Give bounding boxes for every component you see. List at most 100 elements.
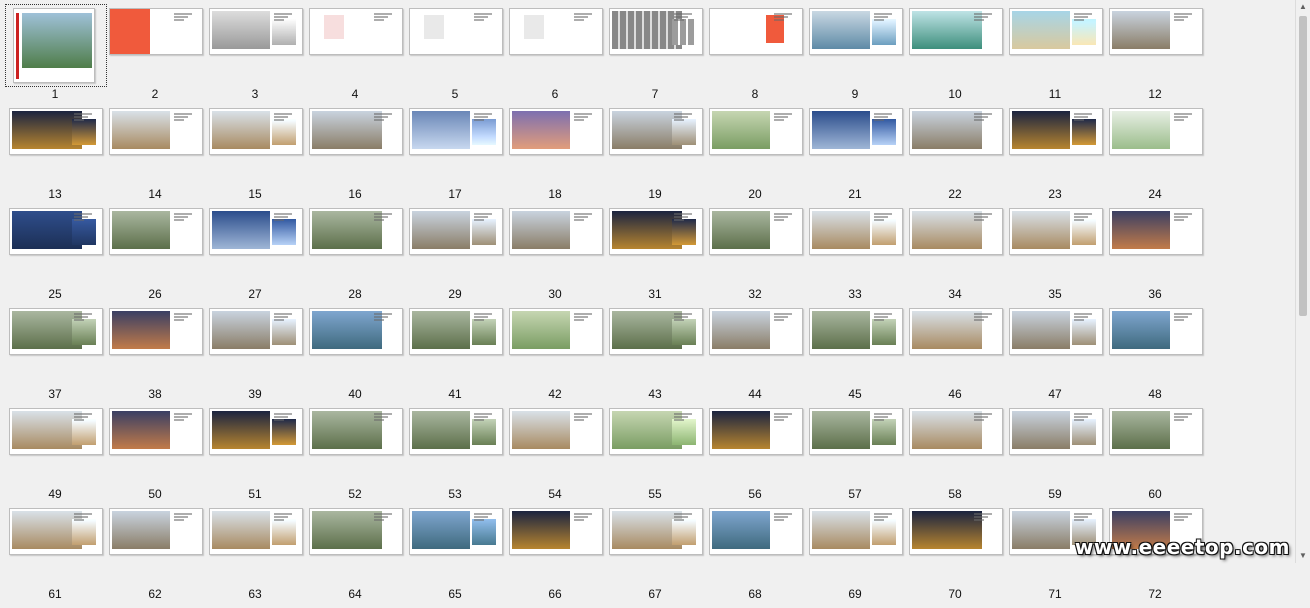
slide-frame: [209, 208, 303, 255]
slide-thumbnail[interactable]: 52: [309, 408, 409, 508]
slide-thumbnail[interactable]: 55: [609, 408, 709, 508]
slide-thumbnail[interactable]: 66: [509, 508, 609, 608]
slide-thumbnail[interactable]: 10: [909, 8, 1009, 108]
slide-thumbnail[interactable]: 62: [109, 508, 209, 608]
slide-thumbnail[interactable]: 45: [809, 308, 909, 408]
slide-thumbnail[interactable]: 58: [909, 408, 1009, 508]
slide-thumbnail[interactable]: 22: [909, 108, 1009, 208]
slide-thumbnail[interactable]: 33: [809, 208, 909, 308]
slide-thumbnail[interactable]: 56: [709, 408, 809, 508]
slide-thumbnail[interactable]: 63: [209, 508, 309, 608]
slide-preview: [209, 408, 303, 455]
slide-thumbnail[interactable]: 60: [1109, 408, 1209, 508]
slide-thumbnail[interactable]: 70: [909, 508, 1009, 608]
slide-thumbnail[interactable]: 53: [409, 408, 509, 508]
slide-image-secondary: [272, 319, 296, 345]
slide-thumbnail[interactable]: 6: [509, 8, 609, 108]
arrow-down-icon[interactable]: ▼: [1296, 549, 1310, 563]
slide-thumbnail[interactable]: 43: [609, 308, 709, 408]
slide-thumbnail[interactable]: 1: [5, 4, 109, 108]
slide-thumbnail[interactable]: 2: [109, 8, 209, 108]
slide-thumbnail[interactable]: 57: [809, 408, 909, 508]
slide-thumbnail[interactable]: 12: [1109, 8, 1209, 108]
slide-thumbnail[interactable]: 65: [409, 508, 509, 608]
slide-text-line: [174, 13, 192, 15]
slide-thumbnail[interactable]: 17: [409, 108, 509, 208]
slide-thumbnail[interactable]: 44: [709, 308, 809, 408]
slide-thumbnail[interactable]: 29: [409, 208, 509, 308]
slide-text-line: [274, 419, 284, 421]
slide-text-line: [774, 513, 792, 515]
slide-thumbnail[interactable]: 9: [809, 8, 909, 108]
slide-thumbnail[interactable]: 27: [209, 208, 309, 308]
slide-thumbnail[interactable]: 61: [9, 508, 109, 608]
slide-number: 38: [148, 387, 162, 401]
slide-thumbnail[interactable]: 23: [1009, 108, 1109, 208]
slide-preview: [409, 308, 503, 355]
arrow-up-icon[interactable]: ▲: [1296, 0, 1310, 14]
slide-thumbnail[interactable]: 5: [409, 8, 509, 108]
slide-thumbnail[interactable]: 68: [709, 508, 809, 608]
slide-preview: [809, 408, 903, 455]
slide-thumbnail[interactable]: 16: [309, 108, 409, 208]
slide-thumbnail[interactable]: 19: [609, 108, 709, 208]
slide-thumbnail[interactable]: 7: [609, 8, 709, 108]
slide-thumbnail[interactable]: 3: [209, 8, 309, 108]
slide-thumbnail[interactable]: 32: [709, 208, 809, 308]
slide-thumbnail[interactable]: 40: [309, 308, 409, 408]
slide-thumbnail[interactable]: 41: [409, 308, 509, 408]
slide-thumbnail[interactable]: 11: [1009, 8, 1109, 108]
slide-thumbnail[interactable]: 39: [209, 308, 309, 408]
slide-frame: [209, 408, 303, 455]
slide-thumbnail[interactable]: 8: [709, 8, 809, 108]
slide-thumbnail[interactable]: 49: [9, 408, 109, 508]
slide-text-line: [474, 419, 484, 421]
slide-text-line: [174, 16, 188, 18]
slide-thumbnail[interactable]: 18: [509, 108, 609, 208]
slide-image: [512, 111, 570, 149]
slide-thumbnail[interactable]: 36: [1109, 208, 1209, 308]
slide-image-secondary: [272, 219, 296, 245]
slide-image: [212, 411, 270, 449]
slide-thumbnail[interactable]: 38: [109, 308, 209, 408]
slide-preview: [609, 108, 703, 155]
slide-thumbnail[interactable]: 35: [1009, 208, 1109, 308]
slide-text-line: [1074, 413, 1092, 415]
slide-thumbnail[interactable]: 64: [309, 508, 409, 608]
slide-thumbnail[interactable]: 47: [1009, 308, 1109, 408]
slide-thumbnail[interactable]: 34: [909, 208, 1009, 308]
slide-thumbnail[interactable]: 13: [9, 108, 109, 208]
slide-frame: [609, 308, 703, 355]
slide-number: 43: [648, 387, 662, 401]
slide-text-line: [1074, 116, 1088, 118]
scrollbar-thumb[interactable]: [1299, 16, 1307, 316]
slide-thumbnail[interactable]: 4: [309, 8, 409, 108]
slide-thumbnail[interactable]: 25: [9, 208, 109, 308]
slide-thumbnail[interactable]: 14: [109, 108, 209, 208]
slide-frame: [1109, 8, 1203, 55]
slide-thumbnail[interactable]: 26: [109, 208, 209, 308]
vertical-scrollbar[interactable]: ▲ ▼: [1295, 0, 1310, 563]
slide-thumbnail[interactable]: 31: [609, 208, 709, 308]
slide-preview: [609, 308, 703, 355]
slide-thumbnail[interactable]: 54: [509, 408, 609, 508]
slide-thumbnail[interactable]: 48: [1109, 308, 1209, 408]
slide-thumbnail[interactable]: 42: [509, 308, 609, 408]
slide-frame: [209, 308, 303, 355]
slide-preview: [509, 8, 603, 55]
slide-thumbnail[interactable]: 30: [509, 208, 609, 308]
slide-thumbnail[interactable]: 59: [1009, 408, 1109, 508]
slide-thumbnail[interactable]: 37: [9, 308, 109, 408]
slide-thumbnail[interactable]: 24: [1109, 108, 1209, 208]
slide-thumbnail[interactable]: 50: [109, 408, 209, 508]
slide-thumbnail[interactable]: 28: [309, 208, 409, 308]
slide-thumbnail[interactable]: 15: [209, 108, 309, 208]
slide-thumbnail[interactable]: 69: [809, 508, 909, 608]
slide-thumbnail[interactable]: 21: [809, 108, 909, 208]
slide-preview: [809, 108, 903, 155]
slide-thumbnail[interactable]: 51: [209, 408, 309, 508]
slide-thumbnail[interactable]: 67: [609, 508, 709, 608]
slide-thumbnail[interactable]: 46: [909, 308, 1009, 408]
slide-thumbnail[interactable]: 20: [709, 108, 809, 208]
slide-text-line: [674, 519, 684, 521]
